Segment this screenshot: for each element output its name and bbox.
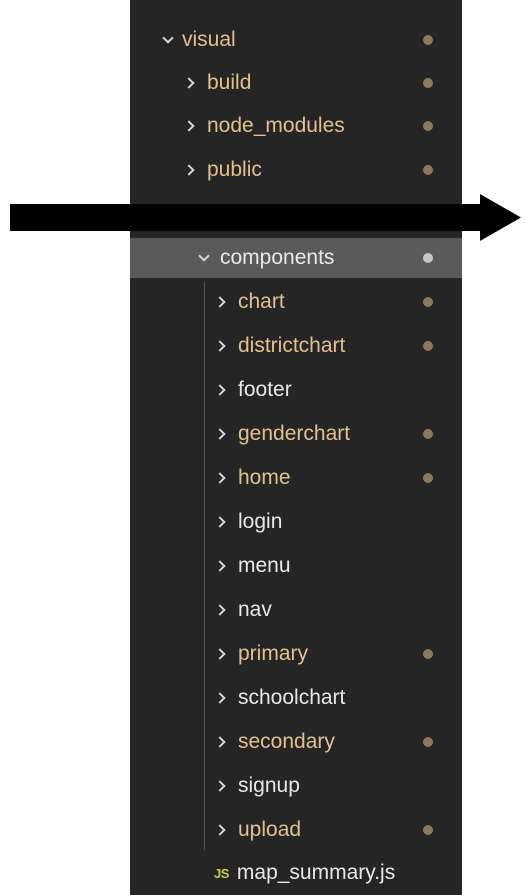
file-explorer: visual build node_modules public compone…	[130, 0, 462, 895]
folder-signup[interactable]: signup	[130, 766, 462, 806]
folder-label: node_modules	[207, 114, 345, 137]
file-map-summary[interactable]: JS map_summary.js	[130, 853, 462, 893]
modified-dot-icon	[423, 649, 433, 659]
folder-build[interactable]: build	[130, 63, 462, 103]
modified-dot-icon	[423, 825, 433, 835]
modified-dot-icon	[423, 737, 433, 747]
folder-menu[interactable]: menu	[130, 546, 462, 586]
folder-districtchart[interactable]: districtchart	[130, 326, 462, 366]
folder-upload[interactable]: upload	[130, 810, 462, 850]
folder-genderchart[interactable]: genderchart	[130, 414, 462, 454]
arrow-right-icon	[10, 194, 521, 241]
chevron-right-icon	[183, 120, 195, 132]
modified-dot-icon	[423, 473, 433, 483]
chevron-down-icon	[198, 250, 210, 262]
modified-dot-icon	[423, 165, 433, 175]
folder-label: primary	[238, 642, 309, 665]
folder-label: genderchart	[238, 422, 351, 445]
folder-label: home	[238, 466, 291, 489]
chevron-right-icon	[214, 472, 226, 484]
chevron-right-icon	[214, 516, 226, 528]
modified-dot-icon	[423, 35, 433, 45]
chevron-right-icon	[214, 736, 226, 748]
folder-label: login	[238, 510, 283, 533]
modified-dot-icon	[423, 297, 433, 307]
folder-label: secondary	[238, 730, 335, 753]
folder-label: public	[207, 158, 262, 181]
folder-nav[interactable]: nav	[130, 590, 462, 630]
chevron-down-icon	[162, 32, 174, 44]
folder-label: districtchart	[238, 334, 346, 357]
annotation-arrow	[0, 192, 526, 244]
chevron-right-icon	[214, 560, 226, 572]
file-label: map_summary.js	[236, 861, 396, 884]
folder-primary[interactable]: primary	[130, 634, 462, 674]
folder-node-modules[interactable]: node_modules	[130, 106, 462, 146]
folder-label: build	[207, 71, 252, 94]
folder-label: signup	[238, 774, 300, 797]
modified-dot-icon	[423, 429, 433, 439]
folder-label: nav	[238, 598, 272, 621]
chevron-right-icon	[214, 604, 226, 616]
chevron-right-icon	[214, 296, 226, 308]
folder-visual[interactable]: visual	[130, 20, 462, 60]
modified-dot-icon	[423, 121, 433, 131]
chevron-right-icon	[214, 780, 226, 792]
folder-login[interactable]: login	[130, 502, 462, 542]
folder-secondary[interactable]: secondary	[130, 722, 462, 762]
chevron-right-icon	[214, 824, 226, 836]
folder-label: chart	[238, 290, 285, 313]
folder-chart[interactable]: chart	[130, 282, 462, 322]
folder-home[interactable]: home	[130, 458, 462, 498]
folder-public[interactable]: public	[130, 150, 462, 190]
chevron-right-icon	[214, 648, 226, 660]
chevron-right-icon	[214, 340, 226, 352]
folder-label: footer	[238, 378, 292, 401]
chevron-right-icon	[214, 428, 226, 440]
modified-dot-icon	[423, 78, 433, 88]
folder-label: visual	[182, 28, 236, 51]
folder-label: schoolchart	[238, 686, 346, 709]
modified-dot-icon	[423, 341, 433, 351]
folder-label: upload	[238, 818, 302, 841]
chevron-right-icon	[183, 164, 195, 176]
chevron-right-icon	[183, 77, 195, 89]
chevron-right-icon	[214, 692, 226, 704]
chevron-right-icon	[214, 384, 226, 396]
folder-label: menu	[238, 554, 291, 577]
folder-footer[interactable]: footer	[130, 370, 462, 410]
modified-dot-icon	[423, 253, 433, 263]
js-file-icon: JS	[214, 865, 229, 881]
folder-schoolchart[interactable]: schoolchart	[130, 678, 462, 718]
